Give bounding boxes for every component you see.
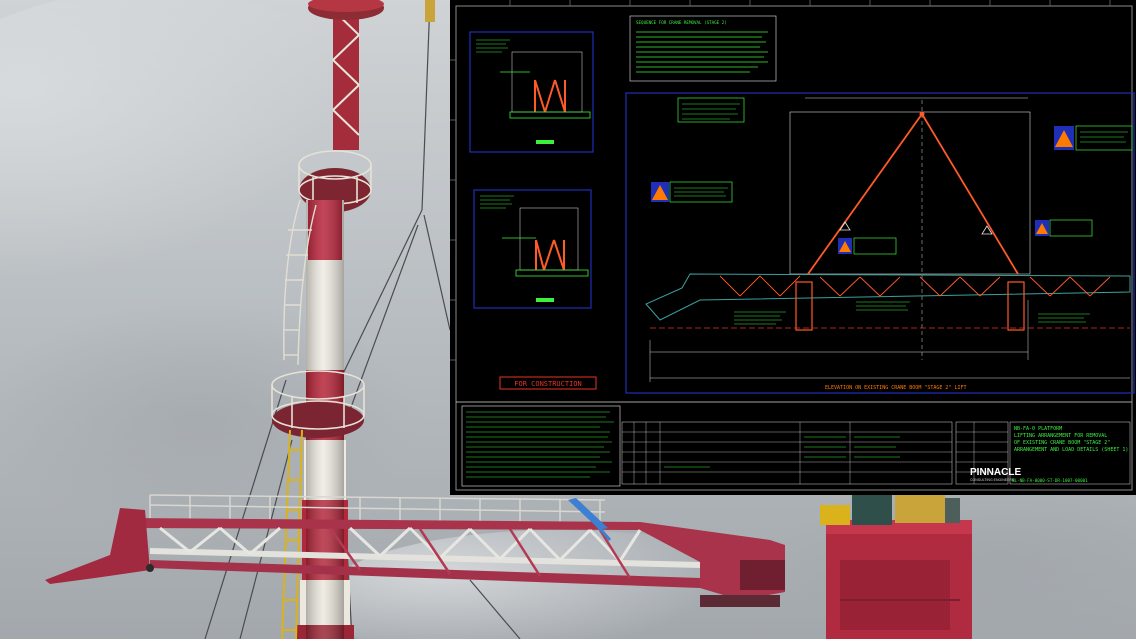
notes-heading: SEQUENCE FOR CRANE REMOVAL (STAGE 2) (636, 20, 727, 25)
title-line-1: NB-FA-0 PLATFORM (1014, 426, 1062, 432)
scene: SEQUENCE FOR CRANE REMOVAL (STAGE 2) ELE… (0, 0, 1136, 639)
engineering-drawing: SEQUENCE FOR CRANE REMOVAL (STAGE 2) ELE… (450, 0, 1136, 495)
title-line-2: LIFTING ARRANGEMENT FOR REMOVAL (1014, 433, 1107, 439)
company-subtitle: CONSULTING ENGINEERS (970, 478, 1015, 482)
crane-house (820, 495, 972, 639)
svg-text:FOR CONSTRUCTION: FOR CONSTRUCTION (514, 380, 581, 388)
drawing-number: NL-NB-FA-0000-ST-DR-1007-00001 (1012, 478, 1088, 483)
title-line-4: ARRANGEMENT AND LOAD DETAILS (SHEET 1) (1014, 447, 1128, 453)
company-logo: PINNACLE (970, 467, 1021, 478)
hook-block (425, 0, 435, 22)
elevation-caption: ELEVATION ON EXISTING CRANE BOOM "STAGE … (825, 385, 966, 391)
drawing-background (450, 0, 1136, 495)
title-line-3: OF EXISTING CRANE BOOM "STAGE 2" (1014, 440, 1110, 446)
